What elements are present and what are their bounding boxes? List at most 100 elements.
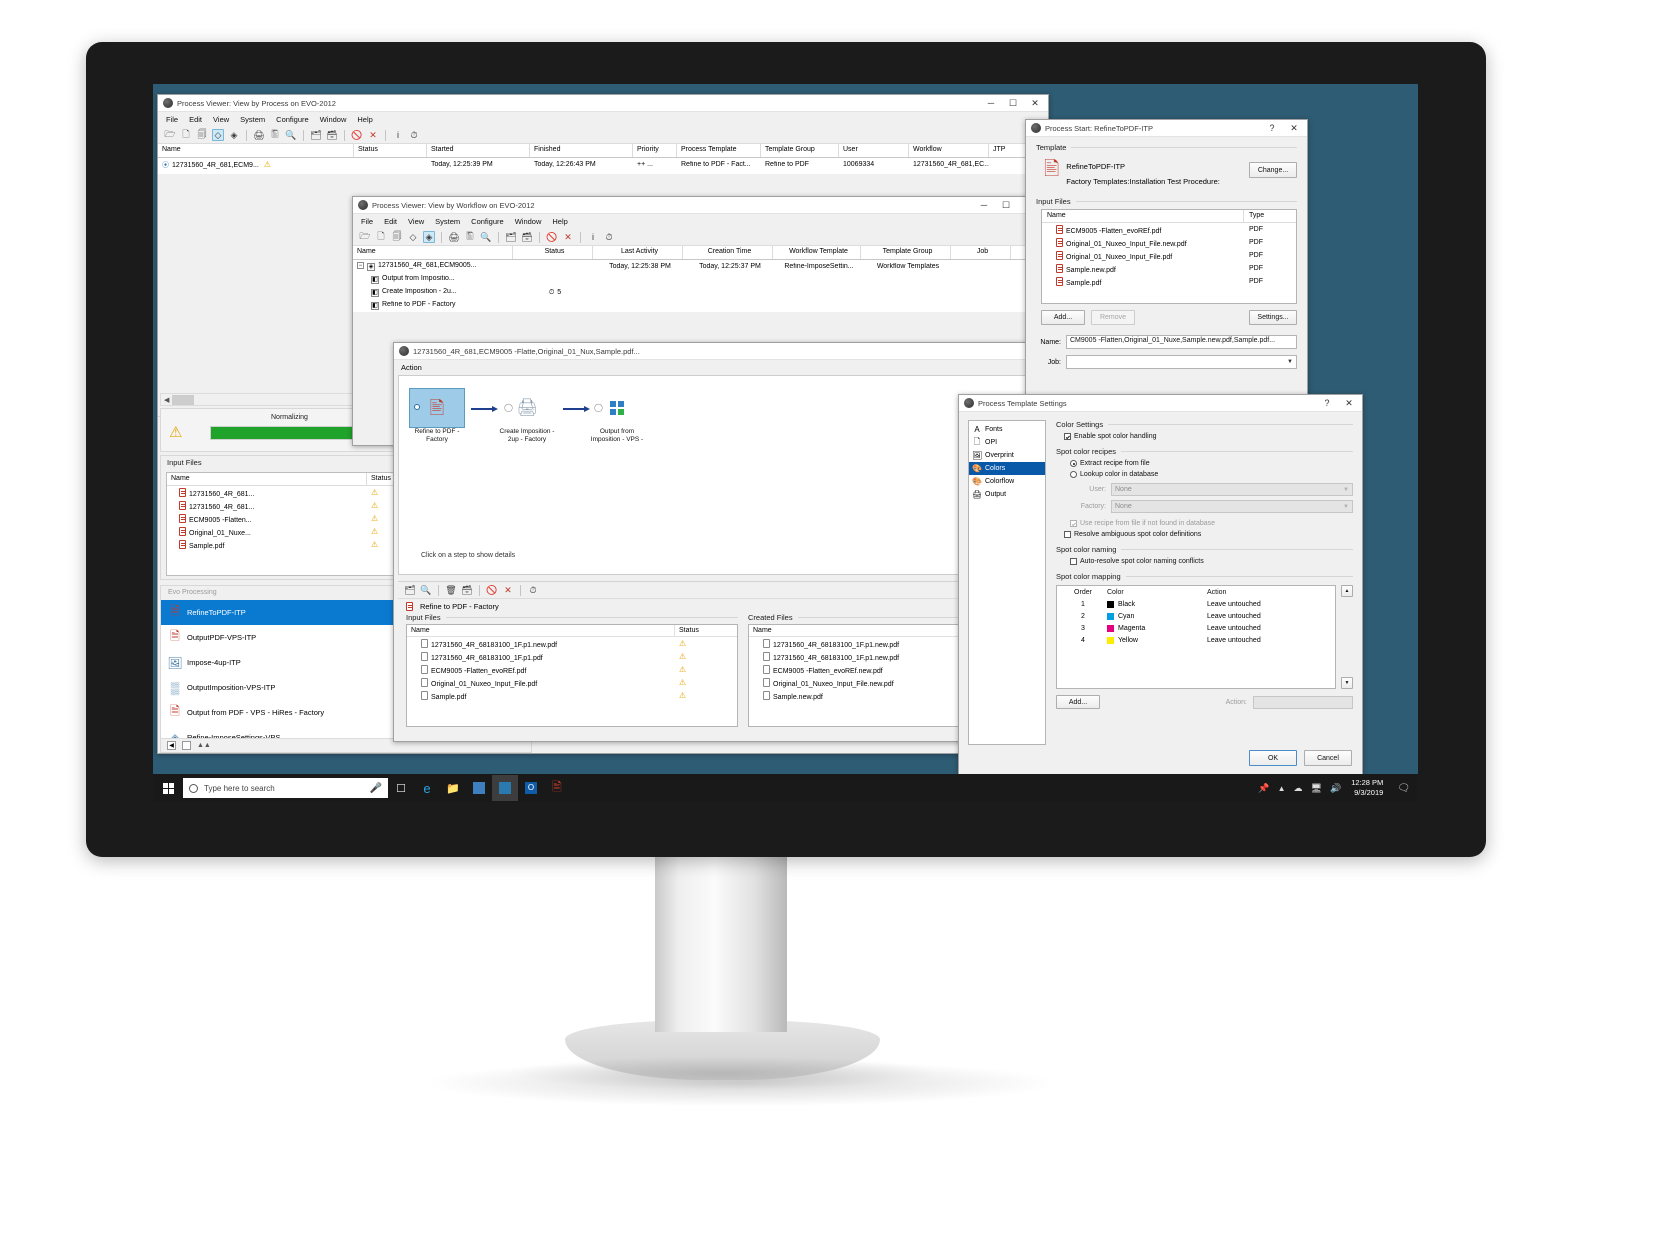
table-row[interactable]: ⦿12731560_4R_681,ECM9...⚠Today, 12:25:39…: [158, 158, 1048, 171]
settings-button[interactable]: Settings...: [1249, 310, 1297, 325]
remove-file-button[interactable]: Remove: [1091, 310, 1135, 325]
network-icon[interactable]: 🖥: [1311, 783, 1322, 794]
app-prinergy[interactable]: [492, 775, 518, 801]
pin-icon[interactable]: 📌: [1258, 783, 1269, 794]
col-order[interactable]: Order: [1067, 589, 1099, 596]
list-icon[interactable]: [182, 741, 191, 750]
file-status-cell[interactable]: ⚠: [675, 665, 737, 674]
settings-nav-item-fonts[interactable]: AFonts: [969, 423, 1045, 436]
file-name-cell[interactable]: Sample.new.pdf: [1042, 264, 1244, 274]
process-view-icon[interactable]: ◇: [407, 231, 419, 243]
window1-toolbar[interactable]: 🗁🗋🗐◇◈🖨🖺🔍🗂🗃🚫✕i⏱: [158, 127, 1048, 144]
file-name-cell[interactable]: Sample.pdf: [1042, 277, 1244, 287]
window1-menubar[interactable]: FileEditViewSystemConfigureWindowHelp: [158, 112, 1048, 127]
file-name-cell[interactable]: 12731560_4R_681...: [167, 501, 367, 511]
cell[interactable]: 10069334: [839, 161, 909, 168]
radio-extract-recipe[interactable]: Extract recipe from file: [1070, 460, 1353, 467]
cell[interactable]: ◧Output from Impositio...: [353, 275, 513, 284]
list-item[interactable]: Sample.pdf⚠: [407, 689, 737, 702]
search-icon[interactable]: 🔍: [285, 129, 297, 141]
window1-close-button[interactable]: ✕: [1024, 95, 1046, 111]
file-type-cell[interactable]: PDF: [1244, 265, 1296, 272]
cell[interactable]: ⏱5: [513, 289, 593, 297]
window2-minimize-button[interactable]: ─: [973, 197, 995, 213]
cell[interactable]: Refine to PDF - Fact...: [677, 161, 761, 168]
file-name-cell[interactable]: 12731560_4R_68183100_1F.p1.new.pdf: [407, 639, 675, 649]
jobs-icon[interactable]: 🗃: [521, 231, 533, 243]
column-header-creation-time[interactable]: Creation Time: [683, 246, 773, 259]
chevron-down-icon[interactable]: ▼: [1343, 504, 1349, 510]
open-icon[interactable]: 🗁: [164, 129, 176, 141]
file-type-cell[interactable]: PDF: [1244, 252, 1296, 259]
file-name-cell[interactable]: 12731560_4R_681...: [167, 488, 367, 498]
app-edge[interactable]: e: [414, 775, 440, 801]
window1-table-body[interactable]: ⦿12731560_4R_681,ECM9...⚠Today, 12:25:39…: [158, 158, 1048, 174]
file-name-cell[interactable]: Original_01_Nuxe...: [167, 527, 367, 537]
file-name-cell[interactable]: ECM9005 -Flatten_evoREf.pdf: [407, 665, 675, 675]
window2-menubar[interactable]: FileEditViewSystemConfigureWindowHelp: [353, 214, 1041, 229]
job-icon[interactable]: 🗂: [404, 584, 416, 596]
enable-spot-color-checkbox[interactable]: Enable spot color handling: [1064, 433, 1353, 440]
dialog2-buttons[interactable]: OK Cancel: [1249, 750, 1352, 766]
window2-menu-file[interactable]: File: [361, 217, 373, 226]
settings-nav-item-colorflow[interactable]: 🎨Colorflow: [969, 475, 1045, 488]
file-status-cell[interactable]: ⚠: [675, 691, 737, 700]
ok-button[interactable]: OK: [1249, 750, 1297, 766]
cell[interactable]: ◧Create Imposition - 2u...: [353, 288, 513, 297]
settings-nav-items[interactable]: AFonts🗋OPI🖼Overprint🎨Colors🎨Colorflow🖨Ou…: [969, 423, 1045, 501]
info-icon[interactable]: i: [587, 231, 599, 243]
expander-icon[interactable]: −: [357, 262, 364, 269]
spot-color-mapping-table[interactable]: Order Color Action 1BlackLeave untouched…: [1056, 585, 1336, 689]
list-item[interactable]: Original_01_Nuxeo_Input_File.pdf⚠: [407, 676, 737, 689]
checkbox-box[interactable]: [1064, 433, 1071, 440]
window2-menu-view[interactable]: View: [408, 217, 424, 226]
job-icon[interactable]: 🗂: [505, 231, 517, 243]
impose-icon[interactable]: 🖺: [464, 231, 476, 243]
list-item[interactable]: 12731560_4R_68183100_1F.p1.pdf⚠: [407, 650, 737, 663]
refine-icon[interactable]: 🖨: [448, 231, 460, 243]
stop-icon[interactable]: 🚫: [546, 231, 558, 243]
list-item[interactable]: Sample.pdfPDF: [1042, 275, 1296, 288]
cell[interactable]: Today, 12:25:38 PM: [593, 263, 683, 270]
app-store[interactable]: [466, 775, 492, 801]
window1-menu-help[interactable]: Help: [357, 115, 372, 124]
window1-menu-view[interactable]: View: [213, 115, 229, 124]
impose-icon[interactable]: 🖺: [269, 129, 281, 141]
trash-icon[interactable]: 🗑: [445, 584, 457, 596]
window2-menu-system[interactable]: System: [435, 217, 460, 226]
column-header-started[interactable]: Started: [427, 144, 530, 157]
cell[interactable]: ++ ...: [633, 161, 677, 168]
file-type-cell[interactable]: PDF: [1244, 239, 1296, 246]
open-icon[interactable]: 🗁: [359, 231, 371, 243]
resolve-ambiguous-checkbox[interactable]: Resolve ambiguous spot color definitions: [1064, 531, 1353, 538]
prev-icon[interactable]: ◀: [167, 741, 176, 750]
job-icon[interactable]: 🗂: [310, 129, 322, 141]
column-header-status[interactable]: Status: [513, 246, 593, 259]
radio-lookup-database[interactable]: Lookup color in database: [1070, 471, 1353, 478]
window3-titlebar[interactable]: 12731560_4R_681,ECM9005 -Flatte,Original…: [394, 343, 1092, 360]
use-recipe-checkbox[interactable]: Use recipe from file if not found in dat…: [1070, 520, 1353, 527]
mapping-move-up-button[interactable]: ▲: [1341, 585, 1353, 597]
search-box[interactable]: Type here to search 🎤: [183, 778, 388, 798]
mapping-action-combobox[interactable]: [1253, 696, 1353, 709]
refresh-icon[interactable]: ⏱: [603, 231, 615, 243]
window2-maximize-button[interactable]: ☐: [995, 197, 1017, 213]
column-header-finished[interactable]: Finished: [530, 144, 633, 157]
cell[interactable]: 12731560_4R_681,EC...: [909, 161, 989, 168]
volume-icon[interactable]: 🔊: [1330, 783, 1341, 794]
file-type-cell[interactable]: PDF: [1244, 226, 1296, 233]
cell[interactable]: Today, 12:25:39 PM: [427, 161, 530, 168]
settings-nav-item-output[interactable]: 🖨Output: [969, 488, 1045, 501]
table-row[interactable]: ◧Refine to PDF - Factory: [353, 299, 1041, 312]
refresh-icon[interactable]: ⏱: [408, 129, 420, 141]
mapping-row[interactable]: 4YellowLeave untouched: [1057, 634, 1335, 646]
col-name[interactable]: Name: [407, 625, 675, 636]
scroll-thumb[interactable]: [172, 395, 194, 405]
table-row[interactable]: ◧Output from Impositio...: [353, 273, 1041, 286]
sort-icon[interactable]: ▲▲: [197, 742, 211, 749]
file-name-cell[interactable]: ECM9005 -Flatten...: [167, 514, 367, 524]
scroll-left-icon[interactable]: ◀: [161, 396, 172, 404]
dialog1-titlebar[interactable]: Process Start: RefineToPDF-ITP ? ✕: [1026, 120, 1307, 137]
chevron-down-icon[interactable]: ▼: [1287, 359, 1293, 365]
stop-icon[interactable]: 🚫: [486, 584, 498, 596]
